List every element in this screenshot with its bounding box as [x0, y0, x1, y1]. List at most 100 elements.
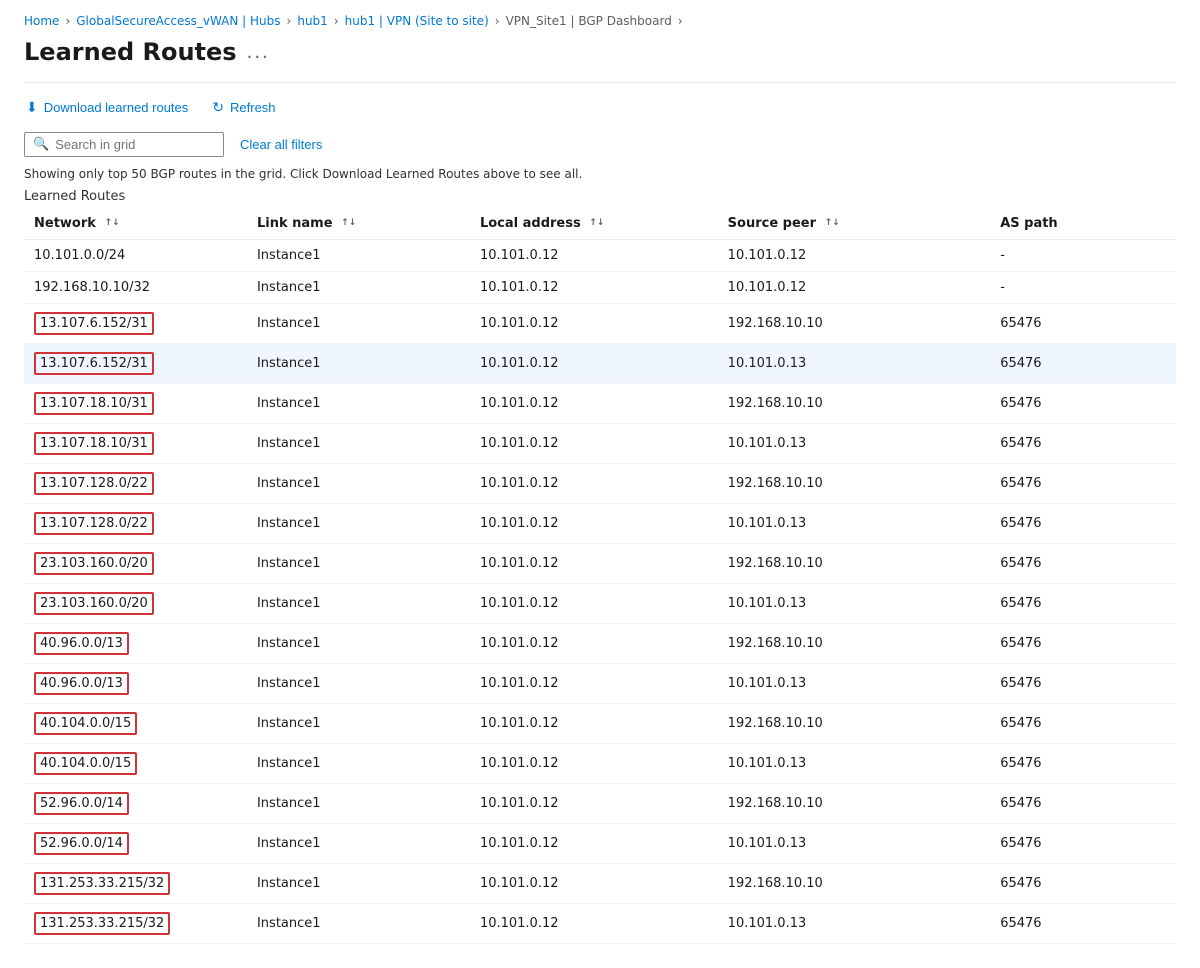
cell-local: 10.101.0.12: [470, 744, 718, 784]
title-more-button[interactable]: ...: [247, 42, 270, 63]
table-row[interactable]: 52.96.0.0/14Instance110.101.0.12192.168.…: [24, 784, 1176, 824]
cell-source: 10.101.0.13: [718, 424, 991, 464]
cell-link: Instance1: [247, 704, 470, 744]
table-row[interactable]: 13.107.18.10/31Instance110.101.0.12192.1…: [24, 384, 1176, 424]
cell-as-path: 65476: [990, 464, 1176, 504]
filter-row: 🔍 Clear all filters: [24, 132, 1176, 157]
download-button[interactable]: ⬇ Download learned routes: [24, 95, 190, 120]
toolbar: ⬇ Download learned routes ↻ Refresh: [24, 95, 1176, 120]
cell-local: 10.101.0.12: [470, 904, 718, 944]
table-row[interactable]: 10.101.0.0/24Instance110.101.0.1210.101.…: [24, 240, 1176, 272]
cell-link: Instance1: [247, 272, 470, 304]
cell-network: 13.107.6.152/31: [24, 304, 247, 344]
cell-network: 131.253.33.215/32: [24, 864, 247, 904]
table-row[interactable]: 131.253.33.215/32Instance110.101.0.1210.…: [24, 904, 1176, 944]
clear-filters-button[interactable]: Clear all filters: [240, 137, 322, 152]
download-label: Download learned routes: [44, 100, 189, 115]
table-row[interactable]: 23.103.160.0/20Instance110.101.0.1210.10…: [24, 584, 1176, 624]
cell-local: 10.101.0.12: [470, 304, 718, 344]
cell-local: 10.101.0.12: [470, 624, 718, 664]
page-title: Learned Routes: [24, 38, 237, 66]
table-row[interactable]: 192.168.10.10/32Instance110.101.0.1210.1…: [24, 272, 1176, 304]
cell-local: 10.101.0.12: [470, 464, 718, 504]
cell-network: 52.96.0.0/14: [24, 824, 247, 864]
col-header-local[interactable]: Local address ↑↓: [470, 208, 718, 240]
breadcrumb-sep-1: ›: [65, 14, 70, 28]
table-row[interactable]: 52.96.0.0/14Instance110.101.0.1210.101.0…: [24, 824, 1176, 864]
cell-source: 192.168.10.10: [718, 784, 991, 824]
table-row[interactable]: 131.253.33.215/32Instance110.101.0.12192…: [24, 864, 1176, 904]
cell-as-path: 65476: [990, 664, 1176, 704]
cell-local: 10.101.0.12: [470, 272, 718, 304]
cell-network: 13.107.128.0/22: [24, 504, 247, 544]
cell-as-path: -: [990, 272, 1176, 304]
cell-source: 192.168.10.10: [718, 864, 991, 904]
cell-source: 192.168.10.10: [718, 384, 991, 424]
breadcrumb-hub1[interactable]: hub1: [297, 14, 327, 28]
cell-link: Instance1: [247, 864, 470, 904]
search-box[interactable]: 🔍: [24, 132, 224, 157]
table-row[interactable]: 40.104.0.0/15Instance110.101.0.1210.101.…: [24, 744, 1176, 784]
table-row[interactable]: 13.107.128.0/22Instance110.101.0.12192.1…: [24, 464, 1176, 504]
table-header: Network ↑↓ Link name ↑↓ Local address ↑↓…: [24, 208, 1176, 240]
table-body: 10.101.0.0/24Instance110.101.0.1210.101.…: [24, 240, 1176, 944]
table-row[interactable]: 40.104.0.0/15Instance110.101.0.12192.168…: [24, 704, 1176, 744]
breadcrumb-home[interactable]: Home: [24, 14, 59, 28]
cell-local: 10.101.0.12: [470, 824, 718, 864]
cell-source: 192.168.10.10: [718, 304, 991, 344]
table-row[interactable]: 13.107.6.152/31Instance110.101.0.1210.10…: [24, 344, 1176, 384]
table-row[interactable]: 13.107.6.152/31Instance110.101.0.12192.1…: [24, 304, 1176, 344]
cell-source: 192.168.10.10: [718, 464, 991, 504]
cell-as-path: 65476: [990, 384, 1176, 424]
sort-icon-network: ↑↓: [104, 219, 119, 228]
table-row[interactable]: 40.96.0.0/13Instance110.101.0.12192.168.…: [24, 624, 1176, 664]
sort-icon-source: ↑↓: [825, 219, 840, 228]
table-row[interactable]: 23.103.160.0/20Instance110.101.0.12192.1…: [24, 544, 1176, 584]
cell-local: 10.101.0.12: [470, 384, 718, 424]
cell-as-path: 65476: [990, 504, 1176, 544]
section-label: Learned Routes: [24, 189, 1176, 204]
table-row[interactable]: 40.96.0.0/13Instance110.101.0.1210.101.0…: [24, 664, 1176, 704]
breadcrumb-hubs[interactable]: GlobalSecureAccess_vWAN | Hubs: [76, 14, 280, 28]
search-input[interactable]: [55, 137, 215, 152]
cell-link: Instance1: [247, 784, 470, 824]
sort-icon-local: ↑↓: [589, 219, 604, 228]
cell-source: 10.101.0.13: [718, 584, 991, 624]
cell-as-path: 65476: [990, 344, 1176, 384]
breadcrumb: Home › GlobalSecureAccess_vWAN | Hubs › …: [24, 0, 1176, 38]
cell-as-path: 65476: [990, 744, 1176, 784]
breadcrumb-sep-4: ›: [495, 14, 500, 28]
cell-as-path: -: [990, 240, 1176, 272]
table-row[interactable]: 13.107.128.0/22Instance110.101.0.1210.10…: [24, 504, 1176, 544]
col-header-network[interactable]: Network ↑↓: [24, 208, 247, 240]
cell-network: 10.101.0.0/24: [24, 240, 247, 272]
col-header-link[interactable]: Link name ↑↓: [247, 208, 470, 240]
table-row[interactable]: 13.107.18.10/31Instance110.101.0.1210.10…: [24, 424, 1176, 464]
refresh-button[interactable]: ↻ Refresh: [210, 95, 277, 120]
cell-source: 10.101.0.12: [718, 240, 991, 272]
cell-link: Instance1: [247, 240, 470, 272]
cell-as-path: 65476: [990, 904, 1176, 944]
cell-source: 10.101.0.13: [718, 504, 991, 544]
refresh-icon: ↻: [212, 99, 224, 116]
cell-link: Instance1: [247, 744, 470, 784]
cell-link: Instance1: [247, 384, 470, 424]
cell-as-path: 65476: [990, 704, 1176, 744]
cell-link: Instance1: [247, 664, 470, 704]
search-icon: 🔍: [33, 137, 49, 152]
cell-source: 10.101.0.13: [718, 344, 991, 384]
title-divider: [24, 82, 1176, 83]
cell-link: Instance1: [247, 424, 470, 464]
col-header-source[interactable]: Source peer ↑↓: [718, 208, 991, 240]
cell-network: 52.96.0.0/14: [24, 784, 247, 824]
cell-network: 40.96.0.0/13: [24, 664, 247, 704]
cell-link: Instance1: [247, 304, 470, 344]
breadcrumb-vpn[interactable]: hub1 | VPN (Site to site): [345, 14, 489, 28]
cell-as-path: 65476: [990, 424, 1176, 464]
cell-link: Instance1: [247, 544, 470, 584]
cell-local: 10.101.0.12: [470, 544, 718, 584]
cell-local: 10.101.0.12: [470, 504, 718, 544]
cell-source: 192.168.10.10: [718, 704, 991, 744]
cell-source: 10.101.0.13: [718, 824, 991, 864]
sort-icon-link: ↑↓: [341, 219, 356, 228]
